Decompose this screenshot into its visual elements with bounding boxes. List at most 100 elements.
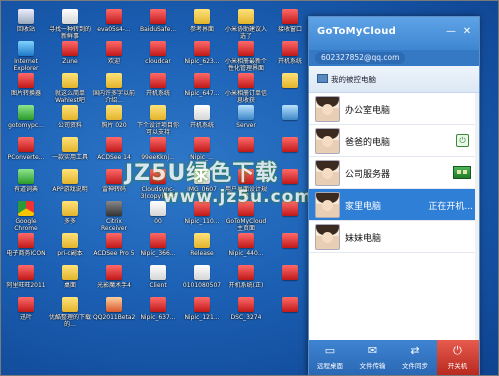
- desktop-icon[interactable]: 小米相册最新个性化管理界面: [225, 41, 267, 75]
- desktop-icon[interactable]: Nipic_440...: [225, 233, 267, 267]
- desktop-icon[interactable]: Nipic_623...: [181, 41, 223, 75]
- desktop-icon[interactable]: 寻找一种转到的新鲜事: [49, 9, 91, 43]
- app-icon: [282, 233, 298, 248]
- desktop-icon[interactable]: [269, 233, 311, 267]
- desktop-icon[interactable]: 公司资料: [49, 105, 91, 139]
- toolbar-button[interactable]: ▭ 远程桌面: [309, 340, 351, 375]
- desktop-icon[interactable]: 图片转换器: [5, 73, 47, 107]
- desktop-icon[interactable]: 照片 020: [93, 105, 135, 139]
- app-icon: [62, 41, 78, 56]
- power-on-icon[interactable]: ⏻: [456, 134, 469, 147]
- desktop-icon[interactable]: Nipic_366...: [137, 233, 179, 267]
- desktop-icon-label: cloudcar: [145, 58, 171, 65]
- folder-icon: [62, 297, 78, 312]
- desktop-icon[interactable]: 电子商务ICON: [5, 233, 47, 267]
- close-button[interactable]: ✕: [461, 26, 473, 38]
- app-icon: [194, 297, 210, 312]
- desktop-icon[interactable]: 阿里旺旺2011: [5, 265, 47, 299]
- desktop-icon-label: 开机系统: [145, 90, 170, 97]
- computer-row[interactable]: 家里电脑 正在开机...: [309, 189, 479, 221]
- desktop-icon[interactable]: 开机系统(正): [225, 265, 267, 299]
- desktop-icon[interactable]: 回收站: [5, 9, 47, 43]
- bottom-toolbar: ▭ 远程桌面 ✉ 文件传输 ⇄ 文件同步 ⏻ 开关机: [309, 340, 479, 375]
- desktop-icon[interactable]: 一款实用工具: [49, 137, 91, 171]
- computer-row[interactable]: 爸爸的电脑 ⏻: [309, 125, 479, 157]
- monitor-icon: ▭: [324, 344, 336, 357]
- computer-list: 办公室电脑爸爸的电脑 ⏻ 公司服务器 家里电脑 正在开机... 妹妹电脑: [309, 93, 479, 253]
- minimize-button[interactable]: —: [445, 26, 457, 38]
- desktop-icon[interactable]: 优酷整理的下载的...: [49, 297, 91, 331]
- desktop-icon[interactable]: 桌面: [49, 265, 91, 299]
- toolbar-button[interactable]: ⏻ 开关机: [436, 340, 479, 375]
- desktop-icon[interactable]: [269, 297, 311, 331]
- desktop-icon[interactable]: Zune: [49, 41, 91, 75]
- mail-icon: ✉: [367, 344, 378, 357]
- desktop-icon[interactable]: 就这么简单Wahlest吧: [49, 73, 91, 107]
- avatar: [315, 192, 340, 218]
- desktop-icon[interactable]: cloudcar: [137, 41, 179, 75]
- desktop-icon[interactable]: 小米协助建议入选了: [225, 9, 267, 43]
- desktop-icon[interactable]: [269, 73, 311, 107]
- computer-name: 办公室电脑: [345, 106, 391, 116]
- desktop-icon[interactable]: 欢迎: [93, 41, 135, 75]
- toolbar-button[interactable]: ⇄ 文件同步: [394, 340, 436, 375]
- desktop-icon[interactable]: [269, 265, 311, 299]
- desktop-icon-label: 图片转换器: [10, 90, 41, 97]
- desktop-icon-label: 小米相册订单信息收获: [225, 90, 267, 104]
- desktop-icon[interactable]: 参考界面: [181, 9, 223, 43]
- toolbar-label: 远程桌面: [317, 362, 343, 370]
- desktop-icon[interactable]: ACDSee Pro 5: [93, 233, 135, 267]
- app-icon: [18, 265, 34, 280]
- desktop-icon[interactable]: APP游戏说明: [49, 169, 91, 203]
- desktop-icon[interactable]: eva05s4-...: [93, 9, 135, 43]
- desktop-icon[interactable]: 开机系统: [269, 41, 311, 75]
- app-icon: [194, 73, 210, 88]
- desktop-icon[interactable]: Nipic_121...: [181, 297, 223, 331]
- desktop-icon[interactable]: Internet Explorer: [5, 41, 47, 75]
- desktop-icon[interactable]: 开机系统: [181, 105, 223, 139]
- desktop-icon[interactable]: [269, 105, 311, 139]
- computer-row[interactable]: 公司服务器: [309, 157, 479, 189]
- desktop-icon[interactable]: Client: [137, 265, 179, 299]
- desktop-icon[interactable]: Google Chrome: [5, 201, 47, 235]
- computer-row[interactable]: 妹妹电脑: [309, 221, 479, 253]
- list-scrollbar[interactable]: [475, 93, 479, 348]
- desktop-icon[interactable]: PConverte...: [5, 137, 47, 171]
- desktop-icon[interactable]: BaiduSafe...: [137, 9, 179, 43]
- computer-icon: [282, 105, 298, 120]
- desktop-icon[interactable]: 小米相册订单信息收获: [225, 73, 267, 107]
- desktop-icon[interactable]: DSC_3274: [225, 297, 267, 331]
- desktop-icon-label: 就这么简单Wahlest吧: [54, 90, 85, 104]
- desktop-icon[interactable]: Nipic_647...: [181, 73, 223, 107]
- desktop-icon[interactable]: 光影魔术手4: [93, 265, 135, 299]
- doc-icon: [150, 265, 166, 280]
- desktop-icon-label: 开机系统: [277, 58, 302, 65]
- desktop-icon[interactable]: 迅叶: [5, 297, 47, 331]
- desktop-icon[interactable]: Release: [181, 233, 223, 267]
- desktop-icon[interactable]: pri-c副本: [49, 233, 91, 267]
- desktop-icon[interactable]: 国内许多字以前介绍...: [93, 73, 135, 107]
- desktop-icon[interactable]: QQ2011Beta2: [93, 297, 135, 331]
- app-icon: [18, 297, 34, 312]
- desktop-icon[interactable]: 下个设计项目你可以支持: [137, 105, 179, 139]
- desktop-icon[interactable]: 接收窗口: [269, 9, 311, 43]
- account-email[interactable]: 602327852@qq.com: [315, 52, 406, 64]
- toolbar-button[interactable]: ✉ 文件传输: [352, 340, 394, 375]
- app-icon: [150, 9, 166, 24]
- desktop-icon[interactable]: 有道词典: [5, 169, 47, 203]
- desktop-icon[interactable]: 多多: [49, 201, 91, 235]
- desktop-icon-label: pri-c副本: [57, 250, 83, 257]
- desktop-icon[interactable]: Server: [225, 105, 267, 139]
- desktop-icon-label: ACDSee Pro 5: [93, 250, 135, 257]
- computer-row[interactable]: 办公室电脑: [309, 93, 479, 125]
- section-label: 我的被控电脑: [331, 75, 376, 84]
- desktop-icon[interactable]: Nipic_637...: [137, 297, 179, 331]
- app-icon: [282, 41, 298, 56]
- desktop-icon[interactable]: gotomypc...: [5, 105, 47, 139]
- folder-icon: [62, 201, 78, 216]
- desktop-icon[interactable]: 0101080507: [181, 265, 223, 299]
- desktop-icon[interactable]: 开机系统: [137, 73, 179, 107]
- title-bar[interactable]: GoToMyCloud — ✕: [309, 17, 479, 50]
- power-icon: ⏻: [453, 344, 462, 357]
- game-icon: [106, 297, 122, 312]
